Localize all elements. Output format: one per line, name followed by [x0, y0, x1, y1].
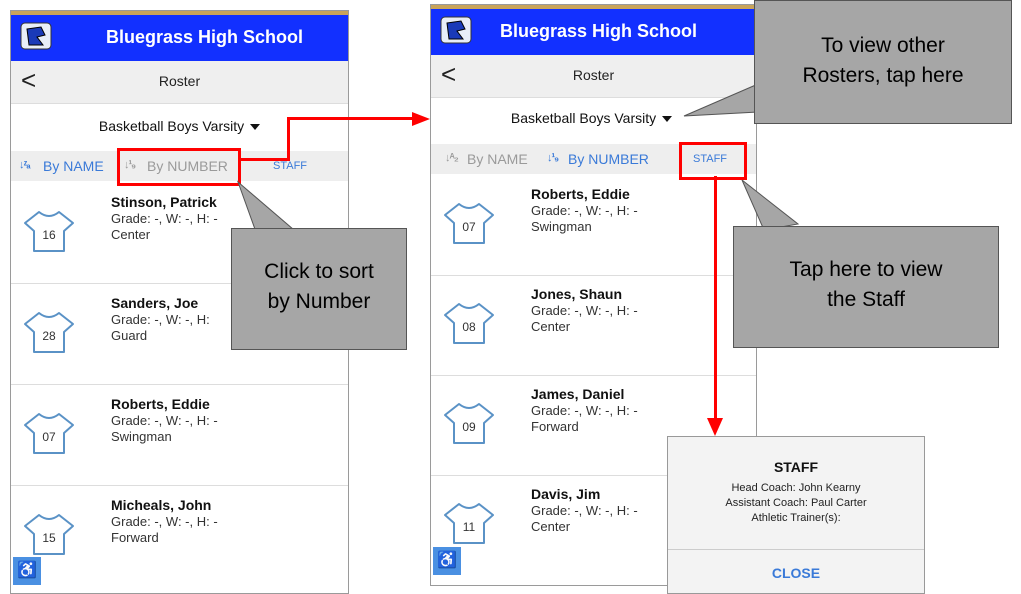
player-name: Roberts, Eddie — [531, 186, 630, 202]
jersey-number: 07 — [462, 220, 476, 234]
accessibility-icon[interactable]: ♿ — [13, 557, 41, 585]
player-name: Roberts, Eddie — [111, 396, 210, 412]
player-position: Forward — [111, 530, 159, 545]
head-coach: Head Coach: John Kearny — [731, 482, 861, 494]
jersey-number-wrap: 07 — [23, 411, 75, 455]
app-header: Bluegrass High School — [431, 5, 756, 55]
player-name: Davis, Jim — [531, 486, 601, 502]
player-name: Micheals, John — [111, 497, 212, 513]
player-stats: Grade: -, W: -, H: - — [111, 211, 218, 226]
school-logo-icon — [20, 22, 52, 50]
popup-title: STAFF — [773, 459, 819, 475]
highlight-sort-number — [117, 148, 241, 186]
jersey-number-wrap: 16 — [23, 209, 75, 253]
player-row[interactable]: 07 Roberts, Eddie Grade: -, W: -, H: - S… — [431, 175, 756, 276]
app-header: Bluegrass High School — [11, 11, 348, 61]
arrow-right-icon — [412, 112, 430, 126]
divider — [668, 549, 924, 550]
player-name: James, Daniel — [531, 386, 625, 402]
player-position: Center — [531, 519, 571, 534]
sort-by-name-button[interactable]: By NAME — [43, 158, 104, 174]
close-button[interactable]: CLOSE — [668, 565, 924, 581]
jersey-number: 28 — [42, 329, 56, 343]
team-name: Basketball Boys Varsity — [98, 118, 245, 134]
dropdown-triangle-icon — [662, 116, 673, 123]
connector-line — [714, 176, 717, 420]
jersey-number: 07 — [42, 430, 56, 444]
connector-line — [238, 158, 290, 161]
school-name: Bluegrass High School — [105, 27, 304, 47]
player-name: Stinson, Patrick — [111, 194, 217, 210]
player-stats: Grade: -, W: -, H: - — [531, 503, 638, 518]
player-position: Center — [111, 227, 151, 242]
team-name: Basketball Boys Varsity — [510, 110, 657, 126]
jersey-number-wrap: 15 — [23, 512, 75, 556]
player-stats: Grade: -, W: -, H: - — [111, 413, 218, 428]
connector-line — [287, 117, 290, 161]
staff-button[interactable]: STAFF — [273, 160, 307, 172]
callout-text: Rosters, tap here — [802, 64, 964, 87]
jersey-number: 09 — [462, 420, 476, 434]
player-stats: Grade: -, W: -, H: - — [531, 203, 638, 218]
jersey-number: 16 — [42, 228, 56, 242]
player-position: Center — [531, 319, 571, 334]
page-title: Roster — [572, 67, 615, 83]
player-position: Swingman — [531, 219, 592, 234]
callout-staff: Tap here to view the Staff — [733, 226, 999, 348]
sort-by-number-button[interactable]: By NUMBER — [568, 151, 649, 167]
athletic-trainer: Athletic Trainer(s): — [751, 512, 841, 524]
jersey-number: 11 — [462, 520, 476, 534]
callout-pointer — [683, 83, 759, 117]
arrow-down-icon — [707, 418, 723, 436]
callout-text: Click to sort — [264, 260, 374, 283]
callout-sort-number: Click to sort by Number — [231, 228, 407, 350]
sort-numeric-icon: ↓¹₉ — [547, 152, 559, 164]
player-name: Jones, Shaun — [531, 286, 623, 302]
jersey-number-wrap: 07 — [443, 201, 495, 245]
jersey-number-wrap: 09 — [443, 401, 495, 445]
player-stats: Grade: -, W: -, H: — [111, 312, 210, 327]
dropdown-triangle-icon — [250, 124, 261, 131]
player-position: Guard — [111, 328, 148, 343]
school-logo-icon — [440, 16, 472, 44]
player-stats: Grade: -, W: -, H: - — [111, 514, 218, 529]
player-stats: Grade: -, W: -, H: - — [531, 303, 638, 318]
player-stats: Grade: -, W: -, H: - — [531, 403, 638, 418]
sort-by-name-button[interactable]: By NAME — [467, 151, 528, 167]
player-row[interactable]: 15 Micheals, John Grade: -, W: -, H: - F… — [11, 486, 348, 586]
assistant-coach: Assistant Coach: Paul Carter — [725, 497, 867, 509]
school-name: Bluegrass High School — [499, 21, 698, 41]
callout-other-rosters: To view other Rosters, tap here — [754, 0, 1012, 124]
player-position: Forward — [531, 419, 579, 434]
jersey-number: 15 — [42, 531, 56, 545]
nav-bar: < Roster — [11, 61, 348, 104]
callout-text: by Number — [267, 290, 371, 313]
jersey-number-wrap: 11 — [443, 501, 495, 545]
callout-text: Tap here to view — [789, 258, 943, 281]
jersey-number-wrap: 28 — [23, 310, 75, 354]
player-position: Swingman — [111, 429, 172, 444]
player-row[interactable]: 07 Roberts, Eddie Grade: -, W: -, H: - S… — [11, 385, 348, 486]
player-row[interactable]: 08 Jones, Shaun Grade: -, W: -, H: - Cen… — [431, 275, 756, 376]
callout-text: the Staff — [827, 288, 905, 311]
player-name: Sanders, Joe — [111, 295, 199, 311]
team-selector[interactable]: Basketball Boys Varsity — [11, 118, 348, 134]
staff-popup: STAFF Head Coach: John Kearny Assistant … — [667, 436, 925, 594]
connector-line — [287, 117, 415, 120]
jersey-number: 08 — [462, 320, 476, 334]
sort-alpha-icon: ↓ᴬ₂ — [445, 152, 459, 164]
page-title: Roster — [158, 73, 201, 89]
jersey-number-wrap: 08 — [443, 301, 495, 345]
highlight-staff — [679, 142, 747, 180]
accessibility-icon[interactable]: ♿ — [433, 547, 461, 575]
sort-alpha-icon: ↓ᶻₐ — [19, 159, 31, 171]
callout-text: To view other — [821, 34, 945, 57]
